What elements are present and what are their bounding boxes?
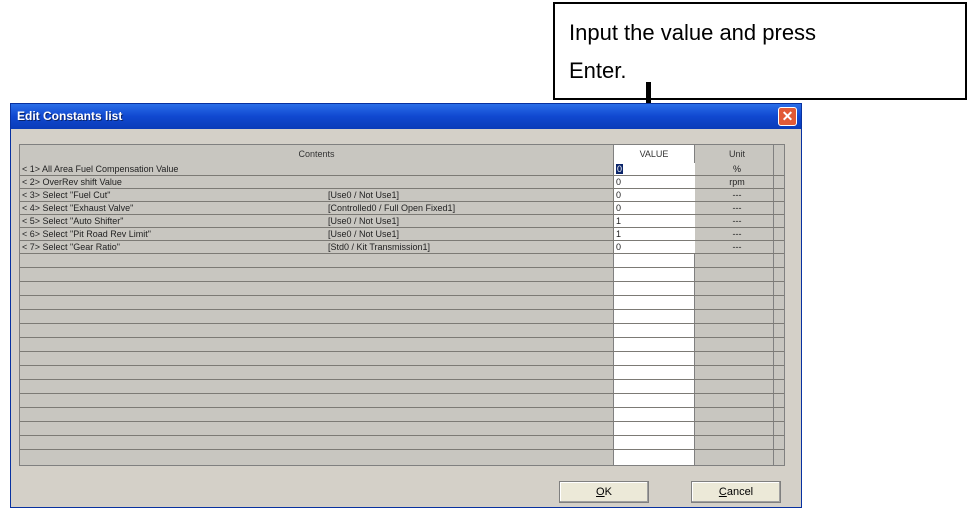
value-cell[interactable]: 1 <box>613 228 695 240</box>
constants-grid: Contents VALUE Unit < 1> All Area Fuel C… <box>19 144 785 466</box>
cancel-button[interactable]: Cancel <box>691 481 781 503</box>
grid-line <box>20 295 784 296</box>
grid-line <box>20 267 784 268</box>
ok-mnemonic: O <box>596 486 605 498</box>
callout-line-1: Input the value and press <box>569 20 817 45</box>
row-contents: < 6> Select "Pit Road Rev Limit" <box>22 229 151 239</box>
row-option: [Use0 / Not Use1] <box>328 190 400 200</box>
header-value: VALUE <box>639 149 669 159</box>
grid-line <box>20 281 784 282</box>
value-cell[interactable]: 0 <box>613 176 695 188</box>
grid-line <box>20 337 784 338</box>
value-text: 0 <box>616 190 622 200</box>
grid-line <box>20 393 784 394</box>
header-unit: Unit <box>728 149 745 159</box>
value-cell[interactable]: 1 <box>613 215 695 227</box>
grid-line <box>20 379 784 380</box>
instruction-callout: Input the value and press Enter. <box>553 2 967 100</box>
table-row[interactable]: < 1> All Area Fuel Compensation Value 0% <box>20 163 784 176</box>
grid-line <box>20 351 784 352</box>
table-row[interactable]: < 7> Select "Gear Ratio" [Std0 / Kit Tran… <box>20 241 784 254</box>
value-cell[interactable]: 0 <box>613 163 695 175</box>
unit-cell: --- <box>732 203 742 213</box>
grid-line <box>20 365 784 366</box>
cancel-mnemonic: C <box>718 486 727 498</box>
row-contents: < 2> OverRev shift Value <box>22 177 122 187</box>
value-text: 0 <box>616 242 622 252</box>
grid-line <box>20 435 784 436</box>
unit-cell: rpm <box>729 177 745 187</box>
close-icon: ✕ <box>781 108 794 124</box>
close-button[interactable]: ✕ <box>778 107 797 126</box>
value-text: 1 <box>616 216 622 226</box>
table-row[interactable]: < 4> Select "Exhaust Valve" [Controlled0 … <box>20 202 784 215</box>
edit-constants-dialog: Edit Constants list ✕ Contents VALUE Uni… <box>10 103 802 508</box>
value-cell[interactable]: 0 <box>613 241 695 253</box>
row-contents: < 4> Select "Exhaust Valve" <box>22 203 134 213</box>
header-contents: Contents <box>298 149 335 159</box>
row-contents: < 7> Select "Gear Ratio" <box>22 242 120 252</box>
row-option: [Use0 / Not Use1] <box>328 216 400 226</box>
table-row[interactable]: < 6> Select "Pit Road Rev Limit" [Use0 / … <box>20 228 784 241</box>
row-option: [Use0 / Not Use1] <box>328 229 400 239</box>
ok-button[interactable]: OK <box>559 481 649 503</box>
unit-cell: --- <box>732 190 742 200</box>
grid-line <box>20 407 784 408</box>
callout-line-2: Enter. <box>569 58 627 83</box>
unit-cell: --- <box>732 242 742 252</box>
row-option: [Std0 / Kit Transmission1] <box>328 242 431 252</box>
value-text: 0 <box>616 177 622 187</box>
table-row[interactable]: < 5> Select "Auto Shifter" [Use0 / Not Us… <box>20 215 784 228</box>
unit-cell: % <box>732 164 741 174</box>
grid-line <box>20 309 784 310</box>
value-cell[interactable]: 0 <box>613 202 695 214</box>
table-row[interactable]: < 3> Select "Fuel Cut" [Use0 / Not Use1] 0… <box>20 189 784 202</box>
value-text: 0 <box>616 203 622 213</box>
row-contents: < 5> Select "Auto Shifter" <box>22 216 124 226</box>
row-contents: < 3> Select "Fuel Cut" <box>22 190 111 200</box>
title-bar[interactable]: Edit Constants list ✕ <box>11 104 801 129</box>
row-contents: < 1> All Area Fuel Compensation Value <box>22 164 179 174</box>
grid-line <box>20 323 784 324</box>
unit-cell: --- <box>732 216 742 226</box>
ok-label: K <box>604 486 612 498</box>
window-title: Edit Constants list <box>17 109 123 123</box>
value-cell[interactable]: 0 <box>613 189 695 201</box>
value-text: 0 <box>616 164 624 174</box>
row-option: [Controlled0 / Full Open Fixed1] <box>328 203 456 213</box>
unit-cell: --- <box>732 229 742 239</box>
value-text: 1 <box>616 229 622 239</box>
cancel-label: ancel <box>726 486 754 498</box>
table-row[interactable]: < 2> OverRev shift Value 0 rpm <box>20 176 784 189</box>
grid-line <box>20 421 784 422</box>
grid-line <box>20 449 784 450</box>
